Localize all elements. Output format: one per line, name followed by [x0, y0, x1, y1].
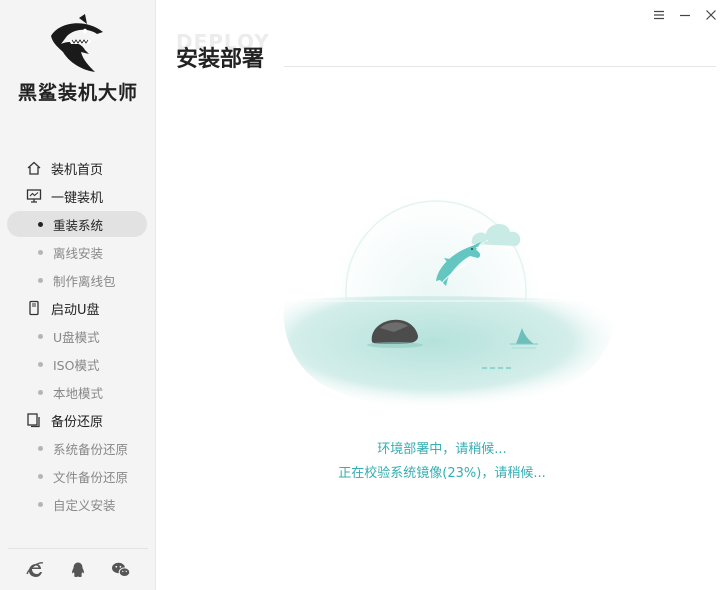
- bullet-icon: [38, 277, 43, 283]
- ie-browser-icon[interactable]: [25, 560, 45, 580]
- bullet-icon: [38, 333, 43, 339]
- sidebar-item-make-offline-package[interactable]: 制作离线包: [0, 266, 156, 294]
- sidebar-item-custom-install[interactable]: 自定义安装: [0, 490, 156, 518]
- sidebar-item-reinstall-system[interactable]: 重装系统: [0, 210, 156, 238]
- bullet-icon: [38, 249, 43, 255]
- sidebar-item-label: 本地模式: [53, 385, 104, 401]
- sidebar-item-label: 一键装机: [51, 190, 104, 206]
- close-icon[interactable]: [704, 8, 718, 22]
- sidebar-item-label: ISO模式: [53, 357, 100, 373]
- bullet-icon: [38, 389, 43, 395]
- shark-logo-icon: [51, 14, 103, 72]
- page-header: DEPLOY 安装部署: [176, 30, 716, 72]
- app-name: 黑鲨装机大师: [17, 82, 138, 104]
- bullet-icon: [38, 445, 43, 451]
- sidebar-item-label: 备份还原: [51, 414, 104, 430]
- sidebar-item-label: 制作离线包: [53, 273, 116, 289]
- bullet-icon: [38, 361, 43, 367]
- page-title: 安装部署: [176, 47, 265, 72]
- header-divider: [284, 66, 716, 67]
- usb-drive-icon: [25, 299, 43, 317]
- sidebar-item-label: 文件备份还原: [53, 469, 129, 485]
- status-message-primary: 环境部署中，请稍候...: [377, 442, 507, 457]
- sidebar-footer: [8, 548, 148, 590]
- qq-icon[interactable]: [68, 560, 88, 580]
- sidebar-item-system-backup[interactable]: 系统备份还原: [0, 434, 156, 462]
- bullet-icon: [38, 221, 43, 227]
- sidebar-item-file-backup[interactable]: 文件备份还原: [0, 462, 156, 490]
- window-controls: [652, 8, 718, 22]
- sidebar-item-label: 装机首页: [51, 162, 104, 178]
- sidebar-item-one-click-install[interactable]: 一键装机: [0, 182, 156, 210]
- sidebar-item-label: 自定义安装: [53, 497, 116, 513]
- status-message-progress: 正在校验系统镜像(23%)，请稍候...: [338, 466, 546, 481]
- sidebar-item-local-mode[interactable]: 本地模式: [0, 378, 156, 406]
- sidebar-item-usb-mode[interactable]: U盘模式: [0, 322, 156, 350]
- backup-icon: [25, 411, 43, 429]
- sidebar-item-label: U盘模式: [53, 329, 100, 345]
- minimize-icon[interactable]: [678, 8, 692, 22]
- sidebar-item-label: 重装系统: [53, 217, 104, 233]
- sidebar-item-label: 离线安装: [53, 245, 104, 261]
- sidebar-item-label: 系统备份还原: [53, 441, 129, 457]
- sidebar-item-backup-restore[interactable]: 备份还原: [0, 406, 156, 434]
- monitor-icon: [25, 187, 43, 205]
- sidebar-item-iso-mode[interactable]: ISO模式: [0, 350, 156, 378]
- home-icon: [25, 159, 43, 177]
- sidebar-item-boot-usb[interactable]: 启动U盘: [0, 294, 156, 322]
- sidebar-item-label: 启动U盘: [51, 302, 100, 318]
- bullet-icon: [38, 501, 43, 507]
- logo: 黑鲨装机大师: [0, 14, 156, 105]
- menu-icon[interactable]: [652, 8, 666, 22]
- sidebar: 黑鲨装机大师 装机首页 一键装机 重装系统 离线安装 制作离线包 启动U盘 U盘…: [0, 0, 156, 590]
- sidebar-nav: 装机首页 一键装机 重装系统 离线安装 制作离线包 启动U盘 U盘模式 ISO模…: [0, 154, 156, 518]
- deploy-illustration: [276, 183, 621, 431]
- sidebar-item-home[interactable]: 装机首页: [0, 154, 156, 182]
- bullet-icon: [38, 473, 43, 479]
- sidebar-item-offline-install[interactable]: 离线安装: [0, 238, 156, 266]
- wechat-icon[interactable]: [111, 560, 131, 580]
